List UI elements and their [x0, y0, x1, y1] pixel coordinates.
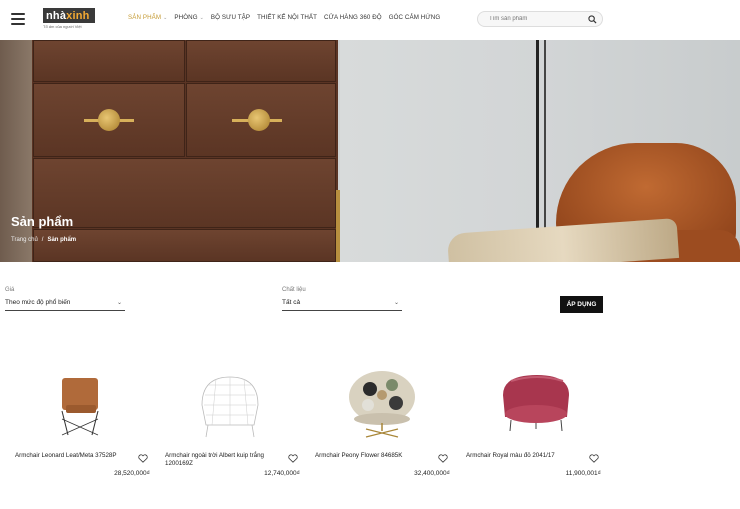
heart-icon[interactable]: [438, 454, 448, 463]
price-filter: Giá Theo mức độ phổ biến ⌄: [5, 287, 125, 311]
hero-banner: Sản phẩm Trang chủ / Sản phẩm: [0, 40, 740, 262]
price-sort-select[interactable]: Theo mức độ phổ biến ⌄: [5, 299, 125, 311]
breadcrumb-separator: /: [41, 237, 44, 243]
logo[interactable]: nhàxinh Tổ ấm của người Việt: [43, 8, 95, 30]
chevron-down-icon: ⌄: [163, 14, 168, 21]
product-price: 12,740,000₫: [264, 470, 300, 477]
chevron-down-icon: ⌄: [199, 14, 204, 21]
product-image[interactable]: [150, 365, 298, 445]
site-header: nhàxinh Tổ ấm của người Việt SẢN PHẨM ⌄ P…: [0, 0, 740, 40]
material-filter-label: Chất liệu: [282, 287, 306, 293]
chevron-down-icon: ⌄: [116, 300, 122, 306]
product-name[interactable]: Armchair Peony Flower 84685K: [315, 452, 427, 460]
product-image[interactable]: [451, 365, 599, 445]
product-price: 11,900,001₫: [565, 470, 601, 477]
logo-tagline: Tổ ấm của người Việt: [43, 24, 82, 29]
nav-item-thiet-ke-noi-that[interactable]: THIẾT KẾ NỘI THẤT: [257, 14, 317, 21]
hero-cabinet-image: [32, 40, 338, 262]
search-box: [477, 11, 603, 27]
product-image[interactable]: [300, 365, 448, 445]
main-nav: SẢN PHẨM ⌄ PHÒNG ⌄ BỘ SƯU TẬP THIẾT KẾ NỘI…: [128, 14, 440, 21]
search-input[interactable]: [489, 16, 584, 22]
heart-icon[interactable]: [138, 454, 148, 463]
logo-brand-part1: nhà: [46, 9, 67, 22]
heart-icon[interactable]: [589, 454, 599, 463]
breadcrumb-current: Sản phẩm: [47, 237, 77, 243]
nav-item-cua-hang-360[interactable]: CỬA HÀNG 360 ĐỘ: [324, 14, 382, 21]
logo-brand-part2: xinh: [66, 9, 90, 22]
product-name[interactable]: Armchair ngoài trời Albert kuip trắng 12…: [165, 452, 277, 468]
product-price: 28,520,000₫: [114, 470, 150, 477]
breadcrumb-home-link[interactable]: Trang chủ: [11, 237, 38, 243]
menu-icon[interactable]: [11, 13, 25, 25]
nav-item-phong[interactable]: PHÒNG ⌄: [174, 14, 204, 21]
price-filter-label: Giá: [5, 287, 15, 293]
product-price: 32,400,000₫: [414, 470, 450, 477]
material-filter: Chất liệu Tất cả ⌄: [282, 287, 402, 311]
nav-item-goc-cam-hung[interactable]: GÓC CẢM HỨNG: [389, 14, 441, 21]
nav-item-bo-suu-tap[interactable]: BỘ SƯU TẬP: [211, 14, 250, 21]
material-select[interactable]: Tất cả ⌄: [282, 299, 402, 311]
heart-icon[interactable]: [288, 454, 298, 463]
product-image[interactable]: [0, 365, 148, 445]
apply-filter-button[interactable]: ÁP DỤNG: [560, 296, 603, 313]
product-name[interactable]: Armchair Leonard Leat/Meta 37528P: [15, 452, 127, 460]
search-icon[interactable]: [588, 15, 597, 24]
nav-item-san-pham[interactable]: SẢN PHẨM ⌄: [128, 14, 167, 21]
product-name[interactable]: Armchair Royal màu đỏ 2041/17: [466, 452, 578, 460]
breadcrumb: Trang chủ / Sản phẩm: [11, 237, 76, 243]
page-title: Sản phẩm: [11, 214, 74, 229]
chevron-down-icon: ⌄: [393, 300, 399, 306]
